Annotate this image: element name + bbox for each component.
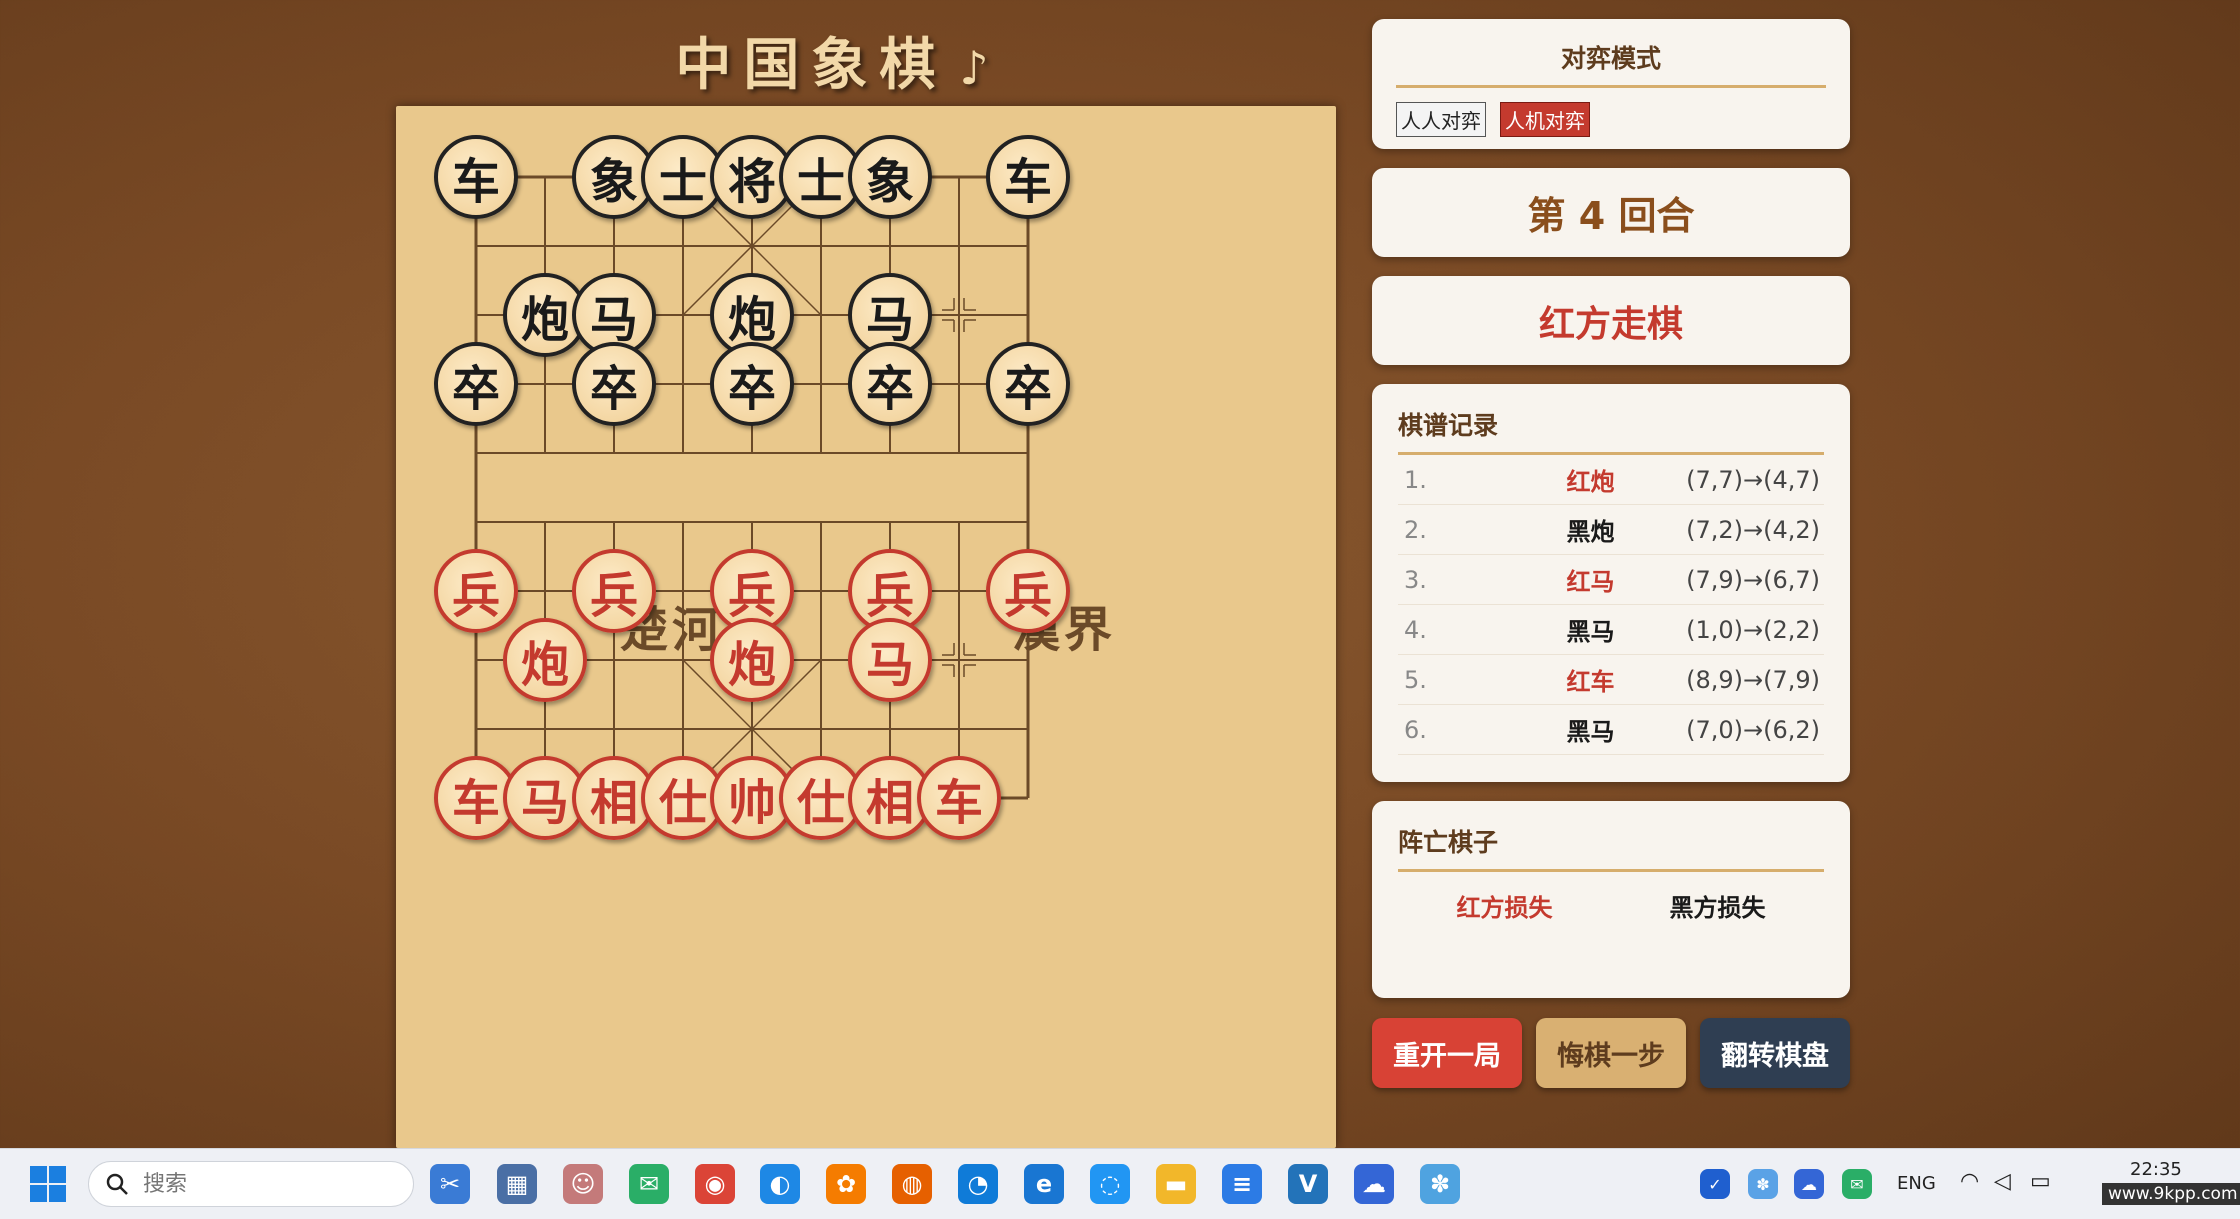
move-number: 2.: [1404, 515, 1427, 544]
notepad-icon[interactable]: ≡: [1222, 1164, 1262, 1204]
cloud-tray-icon[interactable]: ☁: [1794, 1169, 1824, 1199]
record-heading: 棋谱记录: [1398, 406, 1824, 455]
turn-panel: 红方走棋: [1372, 276, 1850, 365]
black-piece-卒[interactable]: 卒: [710, 342, 794, 426]
firefox-icon[interactable]: ◍: [892, 1164, 932, 1204]
black-piece-卒[interactable]: 卒: [434, 342, 518, 426]
black-piece-象[interactable]: 象: [848, 135, 932, 219]
restart-button[interactable]: 重开一局: [1372, 1018, 1522, 1088]
move-number: 4.: [1404, 615, 1427, 644]
red-losses-label: 红方损失: [1456, 894, 1553, 922]
mode-panel: 对弈模式 人人对弈 人机对弈: [1372, 19, 1850, 149]
move-coords: (7,0)→(6,2): [1686, 715, 1820, 744]
clock-time[interactable]: 22:35: [2130, 1159, 2182, 1180]
ie-icon[interactable]: e: [1024, 1164, 1064, 1204]
move-coords: (7,7)→(4,7): [1686, 465, 1820, 494]
wifi-icon[interactable]: ◠: [1960, 1169, 1979, 1194]
undo-button[interactable]: 悔棋一步: [1536, 1018, 1686, 1088]
browser-blue-icon[interactable]: ◐: [760, 1164, 800, 1204]
mode-pvp-button[interactable]: 人人对弈: [1396, 102, 1486, 137]
round-counter: 第 4 回合: [1527, 194, 1695, 238]
move-piece: 黑马: [1566, 618, 1615, 646]
turn-indicator: 红方走棋: [1538, 303, 1683, 345]
black-piece-车[interactable]: 车: [986, 135, 1070, 219]
calculator-icon[interactable]: ▦: [497, 1164, 537, 1204]
move-record-row: 3. 红马 (7,9)→(6,7): [1398, 555, 1824, 605]
move-number: 1.: [1404, 465, 1427, 494]
move-coords: (7,9)→(6,7): [1686, 565, 1820, 594]
cloud-sync-tray-icon[interactable]: ✽: [1748, 1169, 1778, 1199]
file-explorer-icon[interactable]: ▬: [1156, 1164, 1196, 1204]
red-piece-兵[interactable]: 兵: [986, 549, 1070, 633]
mode-options: 人人对弈 人机对弈: [1396, 102, 1826, 137]
move-coords: (8,9)→(7,9): [1686, 665, 1820, 694]
music-note-icon[interactable]: ♪: [959, 41, 1000, 95]
shield-tray-icon[interactable]: ✓: [1700, 1169, 1730, 1199]
game-title: 中国象棋 ♪: [398, 20, 1278, 101]
wechat-icon[interactable]: ✉: [629, 1164, 669, 1204]
volume-icon[interactable]: ◁: [1994, 1169, 2011, 1194]
orange-app-icon[interactable]: ✿: [826, 1164, 866, 1204]
battery-icon[interactable]: ▭: [2030, 1169, 2051, 1194]
captured-panel: 阵亡棋子 红方损失 黑方损失: [1372, 801, 1850, 998]
red-piece-炮[interactable]: 炮: [503, 618, 587, 702]
round-panel: 第 4 回合: [1372, 168, 1850, 257]
chat-app-icon[interactable]: ◌: [1090, 1164, 1130, 1204]
move-coords: (7,2)→(4,2): [1686, 515, 1820, 544]
language-indicator[interactable]: ENG: [1897, 1173, 1936, 1194]
red-piece-车[interactable]: 车: [917, 756, 1001, 840]
cloud-app-icon[interactable]: ☁: [1354, 1164, 1394, 1204]
move-piece: 红炮: [1566, 468, 1615, 496]
chess-board[interactable]: 楚河 漢界 车象士将士象车炮马炮马卒卒卒卒卒兵兵兵兵兵炮炮马车马相仕帅仕相车: [396, 106, 1336, 1148]
avatar-app-icon[interactable]: ☺: [563, 1164, 603, 1204]
move-piece: 黑炮: [1566, 518, 1615, 546]
vscode-icon[interactable]: V: [1288, 1164, 1328, 1204]
black-piece-车[interactable]: 车: [434, 135, 518, 219]
chrome-icon[interactable]: ◉: [695, 1164, 735, 1204]
flip-board-button[interactable]: 翻转棋盘: [1700, 1018, 1850, 1088]
windows-start-icon[interactable]: [28, 1164, 68, 1204]
move-record-row: 2. 黑炮 (7,2)→(4,2): [1398, 505, 1824, 555]
watermark-text: www.9kpp.com: [2102, 1183, 2240, 1205]
red-piece-兵[interactable]: 兵: [434, 549, 518, 633]
mode-pve-button[interactable]: 人机对弈: [1500, 102, 1590, 137]
red-piece-兵[interactable]: 兵: [572, 549, 656, 633]
move-record-row: 6. 黑马 (7,0)→(6,2): [1398, 705, 1824, 755]
black-piece-卒[interactable]: 卒: [986, 342, 1070, 426]
move-number: 5.: [1404, 665, 1427, 694]
move-piece: 黑马: [1566, 718, 1615, 746]
taskbar: ✂ ▦ ☺ ✉ ◉ ◐ ✿ ◍ ◔ e ◌ ▬ ≡ V ☁ ✽ ✓ ✽ ☁ ✉ ENG ◠ ◁ ▭ 22:35…: [0, 1148, 2240, 1219]
move-piece: 红马: [1566, 568, 1615, 596]
move-number: 6.: [1404, 715, 1427, 744]
captured-heading: 阵亡棋子: [1398, 823, 1824, 872]
move-number: 3.: [1404, 565, 1427, 594]
move-record-row: 5. 红车 (8,9)→(7,9): [1398, 655, 1824, 705]
title-text: 中国象棋: [675, 33, 948, 98]
snipping-tool-icon[interactable]: ✂: [430, 1164, 470, 1204]
move-record-row: 4. 黑马 (1,0)→(2,2): [1398, 605, 1824, 655]
red-piece-马[interactable]: 马: [848, 618, 932, 702]
edge-icon[interactable]: ◔: [958, 1164, 998, 1204]
colorful-app-icon[interactable]: ✽: [1420, 1164, 1460, 1204]
black-piece-卒[interactable]: 卒: [848, 342, 932, 426]
move-coords: (1,0)→(2,2): [1686, 615, 1820, 644]
black-losses-label: 黑方损失: [1669, 894, 1766, 922]
move-list[interactable]: 1. 红炮 (7,7)→(4,7) 2. 黑炮 (7,2)→(4,2) 3. 红马 (7,9)→…: [1398, 455, 1824, 755]
taskbar-search[interactable]: [88, 1161, 414, 1207]
search-icon: [106, 1173, 128, 1195]
move-piece: 红车: [1566, 668, 1615, 696]
red-piece-炮[interactable]: 炮: [710, 618, 794, 702]
mode-heading: 对弈模式: [1396, 39, 1826, 88]
move-record-panel: 棋谱记录 1. 红炮 (7,7)→(4,7) 2. 黑炮 (7,2)→(4,2) 3. 红马 (…: [1372, 384, 1850, 782]
black-piece-卒[interactable]: 卒: [572, 342, 656, 426]
search-input[interactable]: [141, 1170, 385, 1198]
wechat-tray-icon[interactable]: ✉: [1842, 1169, 1872, 1199]
move-record-row: 1. 红炮 (7,7)→(4,7): [1398, 455, 1824, 505]
